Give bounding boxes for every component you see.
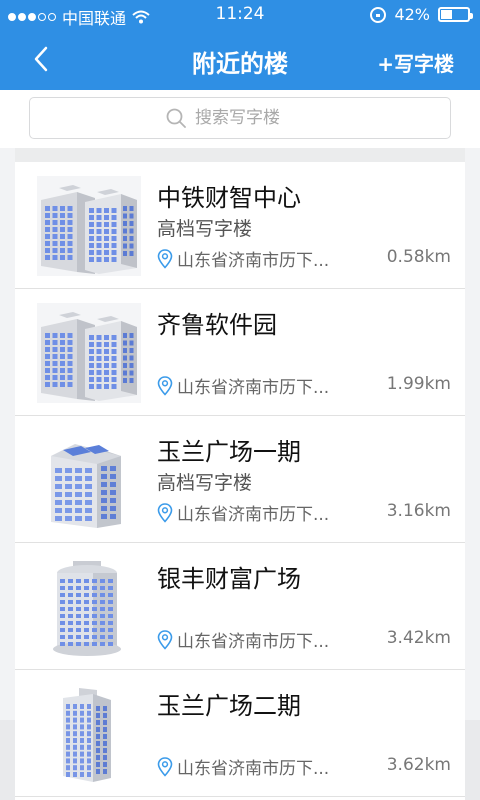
building-list-panel: 中铁财智中心 高档写字楼 山东省济南市历下... 0.58km 齐鲁软件园 山东… (15, 148, 465, 800)
battery-percent: 42% (394, 5, 430, 24)
left-edge (0, 720, 15, 800)
building-list: 中铁财智中心 高档写字楼 山东省济南市历下... 0.58km 齐鲁软件园 山东… (15, 162, 465, 797)
chevron-left-icon (34, 46, 48, 72)
building-address: 山东省济南市历下... (157, 246, 329, 271)
status-right: 42% (370, 5, 473, 24)
building-list-item[interactable]: 银丰财富广场 山东省济南市历下... 3.42km (15, 543, 465, 670)
address-text: 山东省济南市历下... (177, 251, 330, 271)
building-address: 山东省济南市历下... (157, 627, 329, 652)
building-address: 山东省济南市历下... (157, 754, 329, 779)
solar-building-image (37, 430, 141, 530)
add-office-button[interactable]: +写字楼 (377, 48, 454, 77)
address-text: 山东省济南市历下... (177, 378, 330, 398)
building-name: 玉兰广场二期 (157, 692, 301, 720)
building-list-item[interactable]: 玉兰广场一期 高档写字楼 山东省济南市历下... 3.16km (15, 416, 465, 543)
building-name: 银丰财富广场 (157, 565, 301, 593)
distance-label: 3.42km (386, 628, 451, 648)
nav-bar: 附近的楼 +写字楼 (0, 30, 480, 90)
distance-label: 3.62km (386, 755, 451, 775)
location-pin-icon (157, 248, 173, 269)
status-bar: 中国联通 11:24 42% (0, 0, 480, 30)
building-list-item[interactable]: 中铁财智中心 高档写字楼 山东省济南市历下... 0.58km (15, 162, 465, 289)
distance-label: 1.99km (386, 374, 451, 394)
search-area (0, 90, 480, 148)
location-pin-icon (157, 502, 173, 523)
location-pin-icon (157, 756, 173, 777)
distance-label: 0.58km (386, 247, 451, 267)
building-name: 齐鲁软件园 (157, 311, 277, 339)
building-name: 中铁财智中心 (157, 184, 301, 212)
twin-building-image (37, 176, 141, 276)
address-text: 山东省济南市历下... (177, 632, 330, 652)
location-pin-icon (157, 629, 173, 650)
battery-icon (438, 7, 473, 22)
building-address: 山东省济南市历下... (157, 500, 329, 525)
rotation-lock-icon (370, 6, 387, 23)
distance-label: 3.16km (386, 501, 451, 521)
slim-tower-image (37, 684, 141, 784)
twin-building-image (37, 303, 141, 403)
building-name: 玉兰广场一期 (157, 438, 301, 466)
building-list-item[interactable]: 玉兰广场二期 山东省济南市历下... 3.62km (15, 670, 465, 797)
back-button[interactable] (22, 40, 62, 80)
search-icon (166, 108, 186, 128)
building-tag: 高档写字楼 (157, 218, 253, 240)
address-text: 山东省济南市历下... (177, 759, 330, 779)
search-input[interactable] (195, 108, 315, 128)
location-pin-icon (157, 375, 173, 396)
search-box[interactable] (29, 97, 451, 139)
building-address: 山东省济南市历下... (157, 373, 329, 398)
building-tag: 高档写字楼 (157, 472, 253, 494)
round-tower-image (37, 557, 141, 657)
address-text: 山东省济南市历下... (177, 505, 330, 525)
app-screen: 中国联通 11:24 42% 附近的楼 +写字楼 搜索写字楼 中铁财智中心 高档… (0, 0, 480, 800)
building-list-item[interactable]: 齐鲁软件园 山东省济南市历下... 1.99km (15, 289, 465, 416)
right-edge (465, 720, 480, 800)
